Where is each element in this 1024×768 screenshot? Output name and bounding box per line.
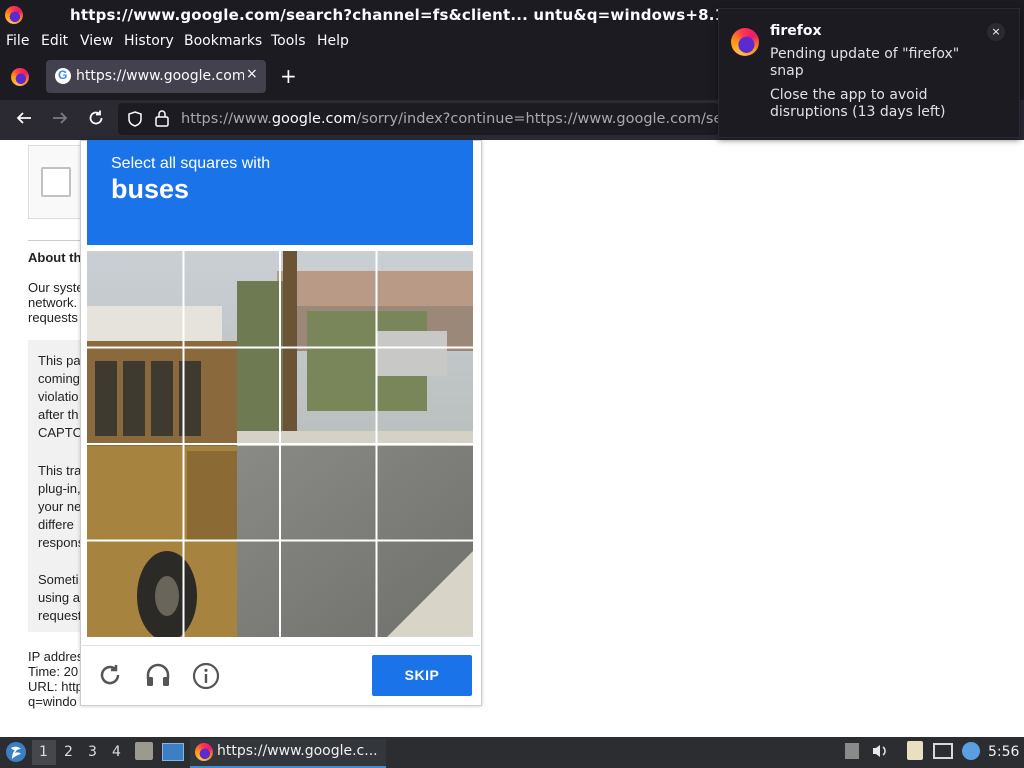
captcha-tile[interactable] (281, 541, 377, 637)
captcha-tile[interactable] (377, 541, 473, 637)
text-line: URL: http (28, 679, 83, 694)
file-manager-icon[interactable] (135, 742, 153, 760)
menu-view[interactable]: View (80, 33, 113, 49)
divider (28, 240, 88, 241)
notification-detail: Close the app to avoid disruptions (13 d… (770, 87, 946, 120)
text-line: This tra (38, 463, 82, 478)
text-line: IP addres (28, 649, 84, 664)
text-line: differe (38, 517, 74, 532)
text-line: Time: 20 (28, 664, 79, 679)
captcha-tile[interactable] (87, 445, 183, 541)
clipboard-icon[interactable] (907, 741, 923, 760)
shield-icon[interactable] (126, 110, 144, 132)
text-line: CAPTC (38, 425, 83, 440)
notification-title: firefox (770, 23, 822, 39)
captcha-tile[interactable] (281, 445, 377, 541)
menu-edit[interactable]: Edit (41, 33, 68, 49)
firefox-icon (5, 6, 23, 24)
reload-icon[interactable] (97, 662, 123, 692)
back-icon[interactable] (14, 108, 34, 134)
workspace-2[interactable]: 2 (64, 744, 73, 760)
url-prefix: https://www. (181, 111, 272, 127)
url-domain: google.com (271, 111, 357, 127)
network-icon[interactable] (933, 743, 953, 759)
text-line: requests (28, 310, 78, 325)
captcha-tile[interactable] (184, 445, 280, 541)
about-paragraph: Our syste network. requests (28, 280, 84, 325)
text-line: network. (28, 295, 78, 310)
info-box-text-2: This tra plug-in, your ne differe respon… (38, 462, 84, 552)
captcha-tile[interactable] (184, 251, 280, 347)
window-title: https://www.google.com/search?channel=fs… (70, 6, 732, 24)
menu-tools[interactable]: Tools (271, 33, 306, 49)
info-box-text-3: Someti using a request (38, 571, 81, 625)
captcha-tile[interactable] (281, 251, 377, 347)
captcha-tile[interactable] (184, 348, 280, 444)
info-icon[interactable] (192, 662, 220, 694)
about-heading: About th (28, 250, 82, 265)
captcha-tile[interactable] (87, 541, 183, 637)
captcha-tile[interactable] (87, 348, 183, 444)
text-line: plug-in, (38, 481, 81, 496)
text-line: your ne (38, 499, 82, 514)
captcha-tile[interactable] (377, 445, 473, 541)
menu-file[interactable]: File (6, 33, 29, 49)
text-line: Someti (38, 572, 79, 587)
text-line: request (38, 608, 82, 623)
captcha-header: Select all squares with buses (87, 140, 473, 245)
captcha-tile[interactable] (281, 348, 377, 444)
notification-message: Pending update of "firefox" snap (770, 46, 960, 79)
captcha-footer-divider (80, 645, 480, 646)
captcha-tile[interactable] (87, 251, 183, 347)
google-favicon-icon (55, 68, 71, 84)
update-icon[interactable] (962, 742, 980, 760)
firefox-icon (731, 28, 759, 56)
text-line: respons (38, 535, 85, 550)
show-desktop-icon[interactable] (162, 743, 184, 761)
captcha-tile[interactable] (377, 348, 473, 444)
start-menu-icon[interactable] (5, 741, 27, 767)
tab-google[interactable]: https://www.google.com/ × (46, 60, 266, 93)
forward-icon[interactable] (50, 108, 70, 134)
menu-bookmarks[interactable]: Bookmarks (184, 33, 262, 49)
text-line: coming (38, 371, 80, 386)
firefox-view-icon[interactable] (11, 68, 29, 86)
tab-title: https://www.google.com/ (76, 68, 244, 84)
captcha-instruction: Select all squares with (111, 155, 271, 172)
captcha-tile[interactable] (184, 541, 280, 637)
captcha-target: buses (111, 174, 190, 204)
url-path: /sorry/index?continue=https://www.google… (356, 111, 718, 127)
menu-help[interactable]: Help (317, 33, 349, 49)
text-line: using a (38, 590, 80, 605)
reload-icon[interactable] (86, 108, 106, 134)
info-box-text-1: This pa coming violatio after th CAPTC (38, 352, 82, 442)
notification-popup: firefox Pending update of "firefox" snap… (718, 8, 1020, 138)
notification-close-icon[interactable]: × (987, 23, 1005, 41)
request-details: IP addres Time: 20 URL: http q=windo (28, 649, 83, 709)
clock[interactable]: 5:56 (988, 744, 1019, 760)
firefox-icon (195, 743, 213, 761)
captcha-tile[interactable] (377, 251, 473, 347)
workspace-3[interactable]: 3 (88, 744, 97, 760)
taskbar-firefox-window[interactable]: https://www.google.c... (190, 739, 386, 768)
volume-icon[interactable] (871, 743, 889, 763)
text-line: q=windo (28, 694, 77, 709)
taskbar-window-title: https://www.google.c... (217, 743, 378, 759)
new-tab-icon[interactable]: + (280, 66, 297, 86)
text-line: Our syste (28, 280, 84, 295)
tab-close-icon[interactable]: × (246, 66, 258, 82)
url-text[interactable]: https://www.google.com/sorry/index?conti… (181, 111, 718, 127)
recaptcha-checkbox[interactable] (41, 167, 71, 197)
workspace-4[interactable]: 4 (112, 744, 121, 760)
text-line: after th (38, 407, 79, 422)
eject-icon[interactable] (845, 743, 859, 759)
workspace-1[interactable]: 1 (39, 744, 48, 760)
headphones-icon[interactable] (144, 661, 172, 693)
text-line: This pa (38, 353, 81, 368)
text-line: violatio (38, 389, 79, 404)
skip-button[interactable]: SKIP (372, 655, 472, 696)
lock-icon[interactable] (154, 109, 170, 131)
menu-history[interactable]: History (124, 33, 174, 49)
captcha-image-grid (87, 251, 473, 637)
